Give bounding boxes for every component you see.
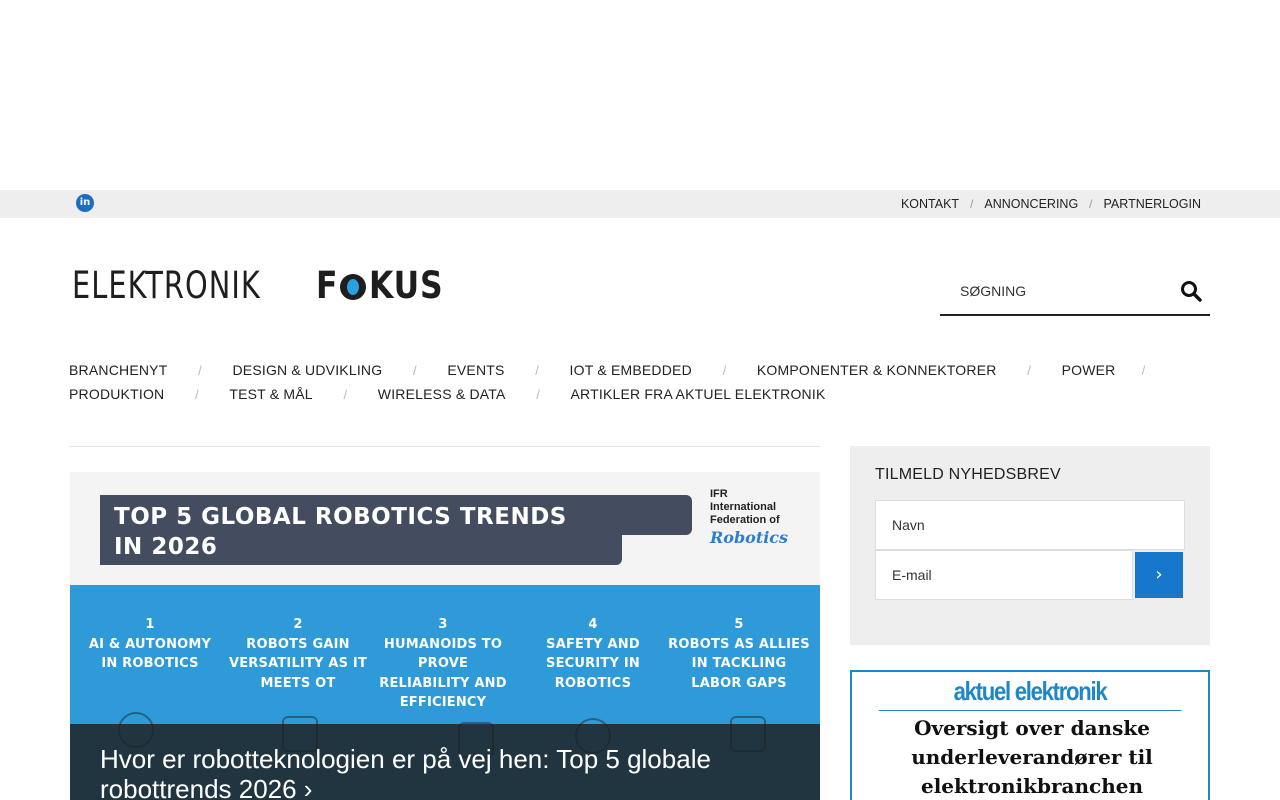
main-navigation: BRANCHENYT / DESIGN & UDVIKLING / EVENTS… xyxy=(69,358,1219,406)
nav-separator: / xyxy=(722,362,727,378)
nav-row: BRANCHENYT / DESIGN & UDVIKLING / EVENTS… xyxy=(69,358,1219,382)
nav-item-test-maal[interactable]: TEST & MÅL xyxy=(229,386,312,402)
hero-banner-title: TOP 5 GLOBAL ROBOTICS TRENDS IN 2026 xyxy=(114,502,567,562)
linkedin-icon[interactable]: in xyxy=(76,194,94,212)
trend-text: LABOR GAPS xyxy=(691,675,787,691)
logo-text-fokus-prefix: F xyxy=(316,264,339,307)
trend-text: SAFETY AND xyxy=(546,636,640,652)
search-box xyxy=(940,270,1210,316)
trend-number: 2 xyxy=(293,617,303,632)
nav-item-power[interactable]: POWER xyxy=(1062,362,1116,378)
trend-number: 3 xyxy=(438,617,448,632)
trend-text: AI & AUTONOMY xyxy=(88,636,212,652)
nav-item-design-udvikling[interactable]: DESIGN & UDVIKLING xyxy=(232,362,382,378)
nav-separator: / xyxy=(413,362,417,378)
nav-separator: / xyxy=(536,386,540,402)
ad-headline-line: underleverandører til xyxy=(911,745,1153,769)
featured-article[interactable]: TOP 5 GLOBAL ROBOTICS TRENDS IN 2026 IFR… xyxy=(70,472,820,800)
top-link-separator: / xyxy=(970,197,974,211)
trend-text: ROBOTS AS ALLIES xyxy=(668,636,810,652)
top-link-separator: / xyxy=(1089,197,1093,211)
search-input[interactable] xyxy=(960,280,1160,302)
trend-item: 2 ROBOTS GAIN VERSATILITY AS IT MEETS OT xyxy=(223,615,373,693)
nav-item-komponenter-konnektorer[interactable]: KOMPONENTER & KONNEKTORER xyxy=(757,362,997,378)
nav-item-events[interactable]: EVENTS xyxy=(447,362,504,378)
newsletter-submit-button[interactable]: › xyxy=(1135,552,1183,598)
trend-text: EFFICIENCY xyxy=(399,695,487,710)
newsletter-email-input[interactable] xyxy=(875,550,1133,600)
sidebar-ad[interactable]: aktuel elektronik Oversigt over danske u… xyxy=(850,670,1210,800)
search-icon[interactable] xyxy=(1180,280,1202,302)
ifr-logo-line: International xyxy=(710,501,777,513)
trend-number: 4 xyxy=(588,617,598,632)
newsletter-signup: TILMELD NYHEDSBREV › xyxy=(850,446,1210,645)
trend-text: RELIABILITY AND xyxy=(379,675,507,691)
hero-article-title[interactable]: Hvor er robotteknologien er på vej hen: … xyxy=(100,744,800,800)
nav-item-branchenyt[interactable]: BRANCHENYT xyxy=(69,362,167,378)
nav-item-iot-embedded[interactable]: IOT & EMBEDDED xyxy=(570,362,692,378)
nav-item-artikler-aktuel-elektronik[interactable]: ARTIKLER FRA AKTUEL ELEKTRONIK xyxy=(571,386,826,402)
trend-text: MEETS OT xyxy=(260,675,336,691)
logo-text-fokus-suffix: KUS xyxy=(369,264,444,307)
trend-text: ROBOTS GAIN xyxy=(246,636,350,652)
hero-banner-title-line: TOP 5 GLOBAL ROBOTICS TRENDS xyxy=(114,504,567,530)
nav-separator: / xyxy=(535,362,539,378)
nav-separator: / xyxy=(198,362,202,378)
nav-separator: / xyxy=(1141,362,1146,378)
top-link-kontakt[interactable]: KONTAKT xyxy=(901,197,959,211)
nav-item-wireless-data[interactable]: WIRELESS & DATA xyxy=(378,386,506,402)
trend-text: VERSATILITY AS IT xyxy=(228,656,368,671)
top-ad-space xyxy=(0,0,1280,190)
top-link-annoncering[interactable]: ANNONCERING xyxy=(984,197,1078,211)
logo-text-elektronik: ELEKTRONIK xyxy=(72,264,261,307)
ad-headline-line: Oversigt over danske xyxy=(914,716,1150,740)
newsletter-title: TILMELD NYHEDSBREV xyxy=(875,466,1061,483)
nav-row: PRODUKTION / TEST & MÅL / WIRELESS & DAT… xyxy=(69,382,1219,406)
top-links: KONTAKT / ANNONCERING / PARTNERLOGIN xyxy=(901,190,1201,218)
content-divider xyxy=(70,446,820,447)
trend-text: SECURITY IN xyxy=(546,656,640,671)
nav-separator: / xyxy=(1027,362,1031,378)
ifr-logo-line: Robotics xyxy=(710,528,789,547)
trend-text: IN TACKLING xyxy=(691,656,787,671)
trend-text: HUMANOIDS TO xyxy=(383,636,503,652)
ifr-logo: IFR International Federation of Robotics xyxy=(710,488,810,558)
trend-text: IN ROBOTICS xyxy=(101,656,199,671)
trend-item: 3 HUMANOIDS TO PROVE RELIABILITY AND EFF… xyxy=(368,615,518,713)
ad-headline-line: elektronikbranchen xyxy=(920,774,1144,798)
hero-banner-title-line: IN 2026 xyxy=(114,534,218,560)
nav-item-produktion[interactable]: PRODUKTION xyxy=(69,386,164,402)
trend-text: ROBOTICS xyxy=(554,675,632,691)
ifr-logo-line: IFR xyxy=(710,488,728,500)
top-utility-bar: in KONTAKT / ANNONCERING / PARTNERLOGIN xyxy=(0,190,1280,218)
trend-text: PROVE xyxy=(417,656,469,671)
trend-item: 4 SAFETY AND SECURITY IN ROBOTICS xyxy=(518,615,668,693)
ifr-logo-line: Federation of xyxy=(710,514,780,526)
newsletter-name-input[interactable] xyxy=(875,500,1185,550)
top-link-partnerlogin[interactable]: PARTNERLOGIN xyxy=(1104,197,1201,211)
trend-item: 5 ROBOTS AS ALLIES IN TACKLING LABOR GAP… xyxy=(664,615,814,693)
ad-headline: Oversigt over danske underleverandører t… xyxy=(862,714,1202,800)
aktuel-elektronik-logo: aktuel elektronik xyxy=(878,672,1182,711)
nav-separator: / xyxy=(195,386,199,402)
nav-separator: / xyxy=(343,386,348,402)
logo-eye-icon xyxy=(340,274,366,300)
trend-item: 1 AI & AUTONOMY IN ROBOTICS xyxy=(75,615,225,674)
site-logo[interactable]: ELEKTRONIK F KUS xyxy=(72,266,452,306)
trend-number: 1 xyxy=(145,617,155,632)
trend-number: 5 xyxy=(734,617,744,632)
